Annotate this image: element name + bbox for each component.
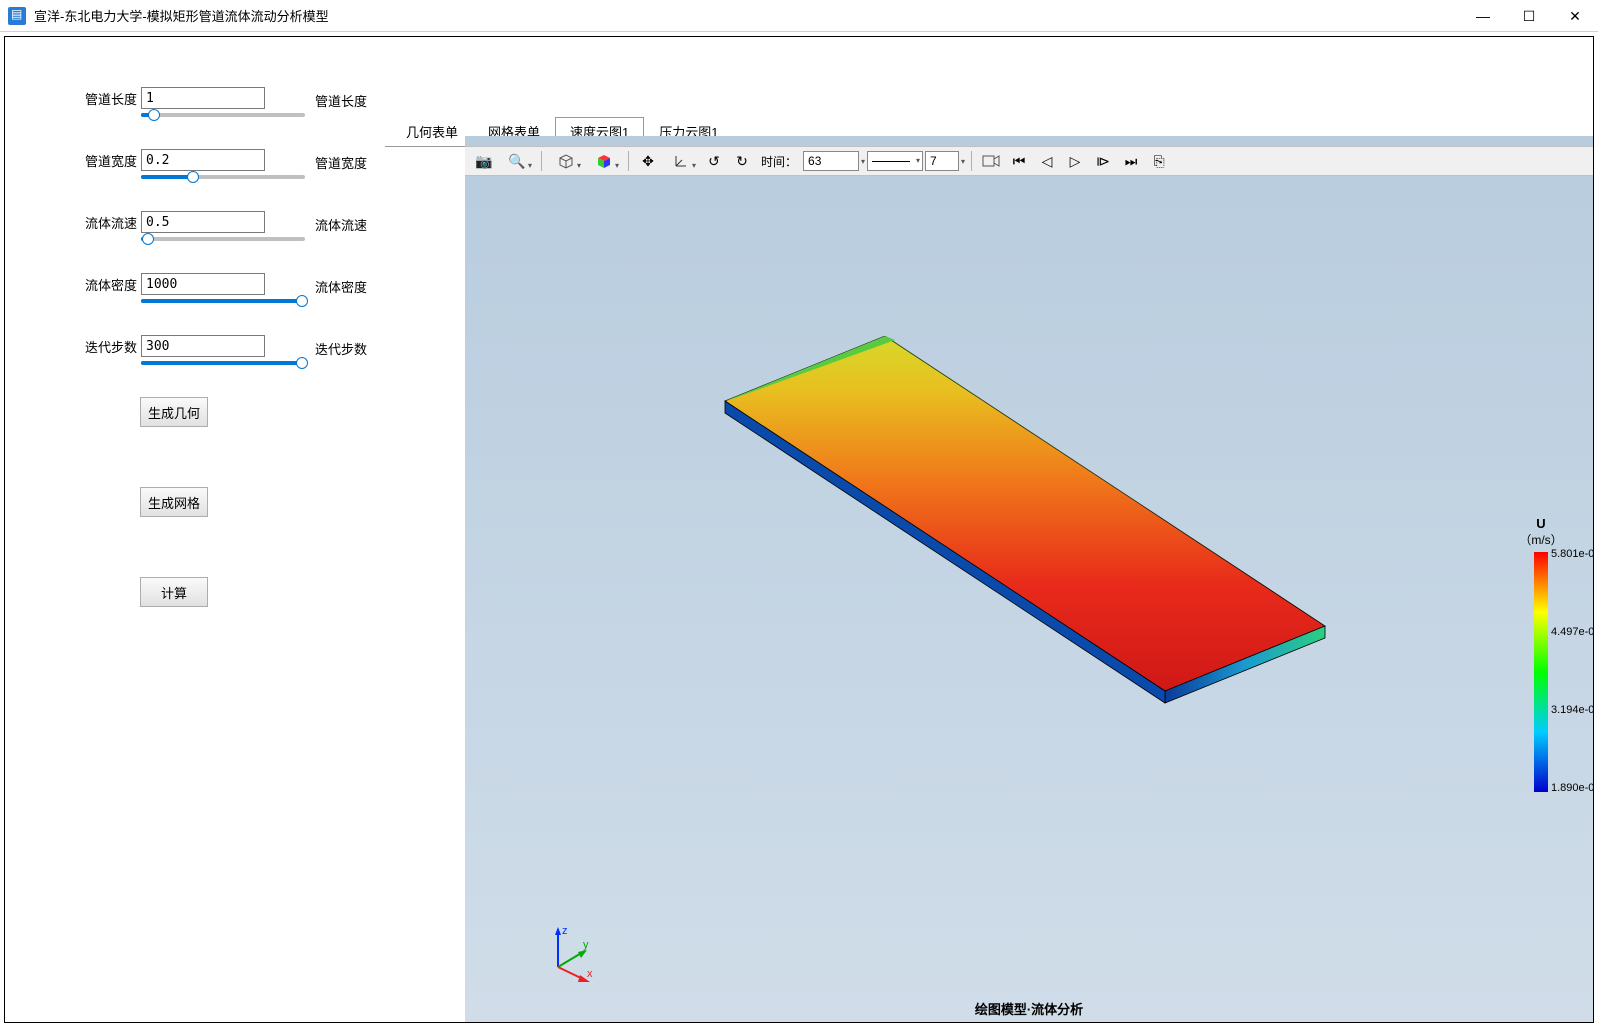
side-label-4: 迭代步数 <box>315 335 367 397</box>
side-label-3: 流体密度 <box>315 273 367 335</box>
param-input-1[interactable] <box>141 149 265 171</box>
color-legend: U （m/s） 5.801e-01 4.497e-01 3.194e-01 1.… <box>1501 516 1581 792</box>
calculate-button[interactable]: 计算 <box>140 577 208 607</box>
sidebar: 管道长度 管道宽度 流体流速 流体密度 迭代步数 管道长度管道宽度流体流速流体密… <box>5 37 385 1022</box>
record-icon[interactable] <box>978 149 1004 173</box>
axes-icon[interactable] <box>663 149 699 173</box>
taskbar <box>0 1019 1598 1027</box>
rotate-cw-icon[interactable]: ↻ <box>729 149 755 173</box>
side-label-2: 流体流速 <box>315 211 367 273</box>
velocity-contour-viewport[interactable]: 📷 🔍 ✥ ↺ ↻ 时间： <box>465 136 1593 1022</box>
time-label: 时间： <box>761 153 797 170</box>
play-icon[interactable]: ▷ <box>1062 149 1088 173</box>
param-input-3[interactable] <box>141 273 265 295</box>
param-slider-0[interactable] <box>141 113 305 117</box>
param-label-3: 流体密度 <box>85 275 141 294</box>
last-frame-icon[interactable]: ⏭ <box>1118 149 1144 173</box>
viewport-toolbar: 📷 🔍 ✥ ↺ ↻ 时间： <box>465 146 1593 176</box>
minimize-button[interactable]: — <box>1460 0 1506 32</box>
axis-triad: z y x <box>543 922 603 982</box>
side-label-1: 管道宽度 <box>315 149 367 211</box>
window-title: 宣洋-东北电力大学-模拟矩形管道流体流动分析模型 <box>34 6 329 25</box>
param-slider-3[interactable] <box>141 299 305 303</box>
param-slider-4[interactable] <box>141 361 305 365</box>
legend-unit: （m/s） <box>1501 531 1581 548</box>
generate-geometry-button[interactable]: 生成几何 <box>140 397 208 427</box>
svg-text:z: z <box>562 925 568 937</box>
titlebar: 宣洋-东北电力大学-模拟矩形管道流体流动分析模型 — ☐ ✕ <box>0 0 1598 32</box>
time-input[interactable] <box>803 151 859 171</box>
side-label-0: 管道长度 <box>315 87 367 149</box>
tab-0[interactable]: 几何表单 <box>391 117 473 146</box>
plot-caption: 绘图模型·流体分析 <box>975 999 1083 1018</box>
zoom-icon[interactable]: 🔍 <box>499 149 535 173</box>
first-frame-icon[interactable]: ⏮ <box>1006 149 1032 173</box>
param-label-1: 管道宽度 <box>85 151 141 170</box>
param-label-4: 迭代步数 <box>85 337 141 356</box>
prev-frame-icon[interactable]: ◁ <box>1034 149 1060 173</box>
camera-icon[interactable]: 📷 <box>471 149 497 173</box>
param-input-2[interactable] <box>141 211 265 233</box>
generate-mesh-button[interactable]: 生成网格 <box>140 487 208 517</box>
line-style-select[interactable] <box>867 151 923 171</box>
frame-input[interactable] <box>925 151 959 171</box>
param-label-0: 管道长度 <box>85 89 141 108</box>
svg-text:x: x <box>587 968 593 980</box>
cube-outline-icon[interactable] <box>548 149 584 173</box>
export-icon[interactable]: ⎘ <box>1146 149 1172 173</box>
fit-icon[interactable]: ✥ <box>635 149 661 173</box>
param-input-4[interactable] <box>141 335 265 357</box>
cube-rainbow-icon[interactable] <box>586 149 622 173</box>
param-input-0[interactable] <box>141 87 265 109</box>
maximize-button[interactable]: ☐ <box>1506 0 1552 32</box>
rotate-ccw-icon[interactable]: ↺ <box>701 149 727 173</box>
param-label-2: 流体流速 <box>85 213 141 232</box>
svg-text:y: y <box>583 939 589 951</box>
pipe-contour-plot <box>585 336 1335 736</box>
close-button[interactable]: ✕ <box>1552 0 1598 32</box>
legend-title: U <box>1501 516 1581 531</box>
param-slider-2[interactable] <box>141 237 305 241</box>
app-icon <box>8 7 26 25</box>
main-area: 几何表单网格表单速度云图1压力云图1 📷 🔍 ✥ <box>385 37 1593 1022</box>
param-slider-1[interactable] <box>141 175 305 179</box>
next-frame-icon[interactable]: ⧐ <box>1090 149 1116 173</box>
